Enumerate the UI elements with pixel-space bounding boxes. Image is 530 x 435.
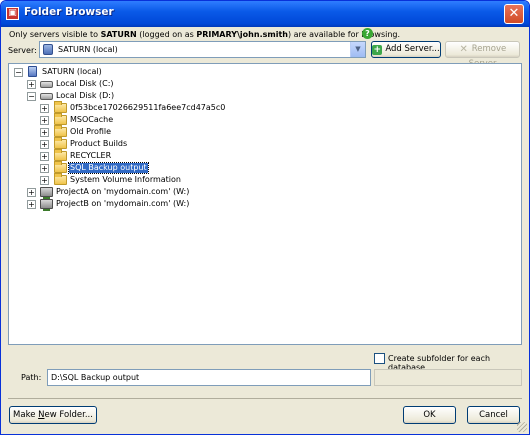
visibility-info: Only servers visible to SATURN (logged o… bbox=[9, 30, 400, 39]
resize-grip-icon[interactable] bbox=[517, 422, 527, 432]
tree-node-label: Local Disk (C:) bbox=[56, 79, 114, 88]
tree-node-label: System Volume Information bbox=[70, 175, 181, 184]
path-extra-field bbox=[374, 369, 522, 386]
info-suffix: ) are available for browsing. bbox=[287, 30, 401, 39]
path-label: Path: bbox=[21, 373, 42, 382]
folder-icon bbox=[54, 113, 67, 125]
help-icon[interactable]: ? bbox=[362, 28, 373, 39]
hard-disk-icon bbox=[40, 93, 53, 100]
add-icon: + bbox=[372, 45, 383, 55]
server-dropdown-value: SATURN (local) bbox=[58, 45, 118, 54]
chevron-down-icon[interactable]: ▼ bbox=[350, 42, 365, 57]
tree-node-label: SATURN (local) bbox=[42, 67, 102, 76]
folder-icon bbox=[54, 173, 67, 185]
folder-icon bbox=[54, 137, 67, 149]
tree-node-label: MSOCache bbox=[70, 115, 114, 124]
minus-expander-icon[interactable]: − bbox=[14, 68, 23, 77]
title-bar[interactable]: ▣ Folder Browser ✕ bbox=[1, 1, 529, 27]
info-account: PRIMARY\john.smith bbox=[196, 30, 288, 39]
folder-open-icon bbox=[54, 161, 67, 173]
tree-node-label: ProjectB on 'mydomain.com' (W:) bbox=[56, 199, 190, 208]
info-server: SATURN bbox=[100, 30, 137, 39]
plus-expander-icon[interactable]: + bbox=[40, 104, 49, 113]
cancel-button[interactable]: Cancel bbox=[467, 406, 520, 424]
info-middle: (logged on as bbox=[136, 30, 197, 39]
minus-expander-icon[interactable]: − bbox=[27, 92, 36, 101]
footer-divider bbox=[8, 398, 522, 399]
create-subfolder-checkbox[interactable] bbox=[374, 353, 385, 364]
computer-icon bbox=[28, 66, 37, 77]
plus-expander-icon[interactable]: + bbox=[40, 128, 49, 137]
folder-browser-window: ▣ Folder Browser ✕ Only servers visible … bbox=[0, 0, 530, 435]
plus-expander-icon[interactable]: + bbox=[27, 188, 36, 197]
network-drive-icon bbox=[40, 187, 53, 199]
remove-icon: ✕ bbox=[459, 44, 468, 55]
window-title: Folder Browser bbox=[24, 6, 114, 18]
plus-expander-icon[interactable]: + bbox=[40, 140, 49, 149]
tree-node-label: 0f53bce17026629511fa6ee7cd47a5c0 bbox=[70, 103, 226, 112]
remove-server-button[interactable]: ✕Remove Server bbox=[445, 41, 520, 69]
tree-node-label: Product Builds bbox=[70, 139, 128, 148]
folder-browser-app-icon: ▣ bbox=[6, 7, 19, 20]
folder-icon bbox=[54, 125, 67, 137]
plus-expander-icon[interactable]: + bbox=[40, 152, 49, 161]
ok-button[interactable]: OK bbox=[403, 406, 456, 424]
make-new-folder-button[interactable]: Make New Folder... bbox=[9, 406, 97, 424]
plus-expander-icon[interactable]: + bbox=[40, 164, 49, 173]
path-field[interactable]: D:\SQL Backup output bbox=[47, 369, 371, 386]
tree-node-label: SQL Backup output bbox=[68, 162, 149, 174]
new-folder-prefix: Make bbox=[13, 410, 39, 420]
folder-icon bbox=[54, 149, 67, 161]
hard-disk-icon bbox=[40, 81, 53, 88]
plus-expander-icon[interactable]: + bbox=[40, 176, 49, 185]
server-label: Server: bbox=[8, 46, 37, 55]
server-icon bbox=[43, 44, 53, 55]
tree-node-label: RECYCLER bbox=[70, 151, 112, 160]
add-server-label: Add Server... bbox=[385, 44, 440, 54]
plus-expander-icon[interactable]: + bbox=[27, 200, 36, 209]
close-button[interactable]: ✕ bbox=[504, 4, 524, 24]
info-prefix: Only servers visible to bbox=[9, 30, 101, 39]
add-server-button[interactable]: + Add Server... bbox=[371, 41, 441, 58]
tree-node-label: Local Disk (D:) bbox=[56, 91, 115, 100]
folder-icon bbox=[54, 101, 67, 113]
new-folder-suffix: ew Folder... bbox=[44, 410, 93, 420]
folder-tree[interactable]: − SATURN (local) + Local Disk (C:) − Loc… bbox=[8, 63, 522, 345]
network-drive-icon bbox=[40, 199, 53, 211]
server-dropdown[interactable]: SATURN (local) ▼ bbox=[39, 41, 366, 58]
plus-expander-icon[interactable]: + bbox=[27, 80, 36, 89]
tree-node-label: Old Profile bbox=[70, 127, 112, 136]
tree-node-label: ProjectA on 'mydomain.com' (W:) bbox=[56, 187, 190, 196]
plus-expander-icon[interactable]: + bbox=[40, 116, 49, 125]
